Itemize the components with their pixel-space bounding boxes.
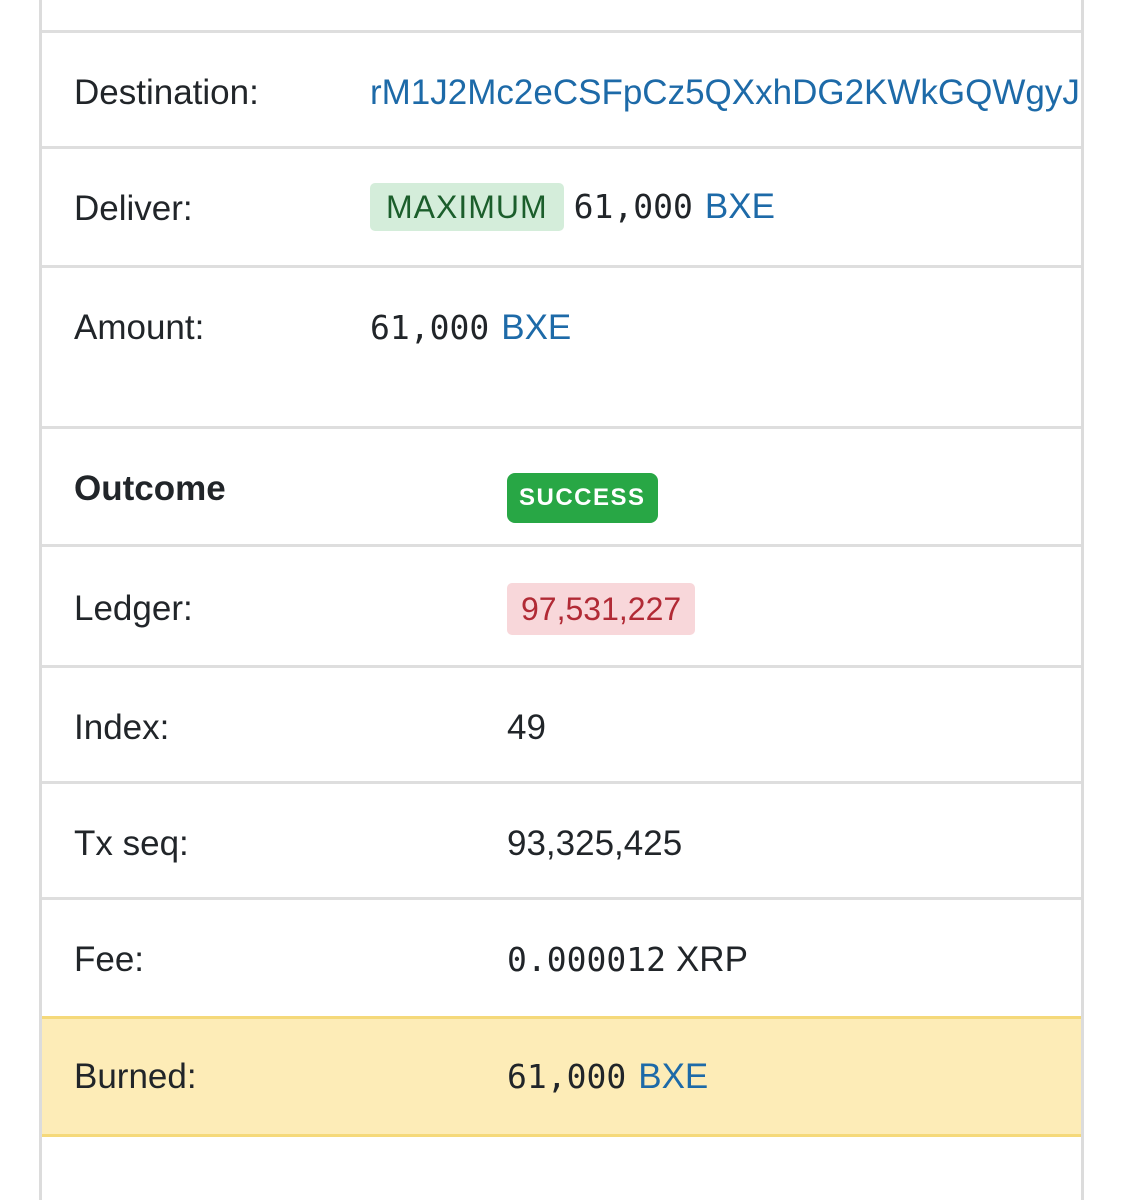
amount-row: Amount: 61,000 BXE — [42, 265, 1081, 429]
outcome-heading: Outcome — [74, 469, 226, 508]
deliver-label: Deliver: — [74, 189, 193, 228]
ledger-label: Ledger: — [74, 589, 193, 628]
ledger-number-link[interactable]: 97,531,227 — [507, 583, 696, 635]
amount-number: 61,000 — [370, 308, 490, 347]
fee-currency: XRP — [675, 940, 748, 979]
outcome-row: Outcome SUCCESS — [42, 426, 1081, 547]
index-label: Index: — [74, 708, 170, 747]
tx-seq-row: Tx seq: 93,325,425 — [42, 781, 1081, 900]
outcome-value: SUCCESS — [507, 473, 658, 523]
tx-seq-label: Tx seq: — [74, 824, 189, 863]
fee-row: Fee: 0.000012 XRP — [42, 897, 1081, 1019]
ledger-row: Ledger: 97,531,227 — [42, 544, 1081, 668]
amount-label: Amount: — [74, 308, 205, 347]
amount-value: 61,000 BXE — [370, 308, 571, 348]
deliver-currency-link[interactable]: BXE — [705, 187, 775, 227]
ledger-value: 97,531,227 — [507, 583, 696, 635]
destination-address-link[interactable]: rM1J2Mc2eCSFpCz5QXxhDG2KWkGQWgyJ3s — [370, 73, 1081, 113]
maximum-badge: MAXIMUM — [370, 183, 564, 231]
deliver-amount: 61,000 — [573, 187, 693, 226]
burned-amount: 61,000 — [507, 1057, 627, 1096]
fee-value: 0.000012 XRP — [507, 940, 748, 980]
index-row: Index: 49 — [42, 665, 1081, 784]
success-badge: SUCCESS — [507, 473, 658, 523]
deliver-row: Deliver: MAXIMUM 61,000 BXE — [42, 146, 1081, 267]
fee-label: Fee: — [74, 940, 145, 979]
burned-label: Burned: — [74, 1057, 197, 1096]
amount-currency-link[interactable]: BXE — [501, 308, 571, 348]
transaction-details-panel: Destination: rM1J2Mc2eCSFpCz5QXxhDG2KWkG… — [39, 0, 1084, 1200]
destination-row: Destination: rM1J2Mc2eCSFpCz5QXxhDG2KWkG… — [42, 30, 1081, 148]
index-value: 49 — [507, 708, 546, 747]
fee-amount: 0.000012 — [507, 940, 666, 979]
burned-row: Burned: 61,000 BXE — [42, 1016, 1081, 1137]
burned-currency-link[interactable]: BXE — [638, 1057, 708, 1097]
destination-label: Destination: — [74, 73, 259, 112]
tx-seq-value: 93,325,425 — [507, 824, 683, 863]
burned-value: 61,000 BXE — [507, 1057, 708, 1097]
deliver-value: MAXIMUM 61,000 BXE — [370, 183, 775, 231]
